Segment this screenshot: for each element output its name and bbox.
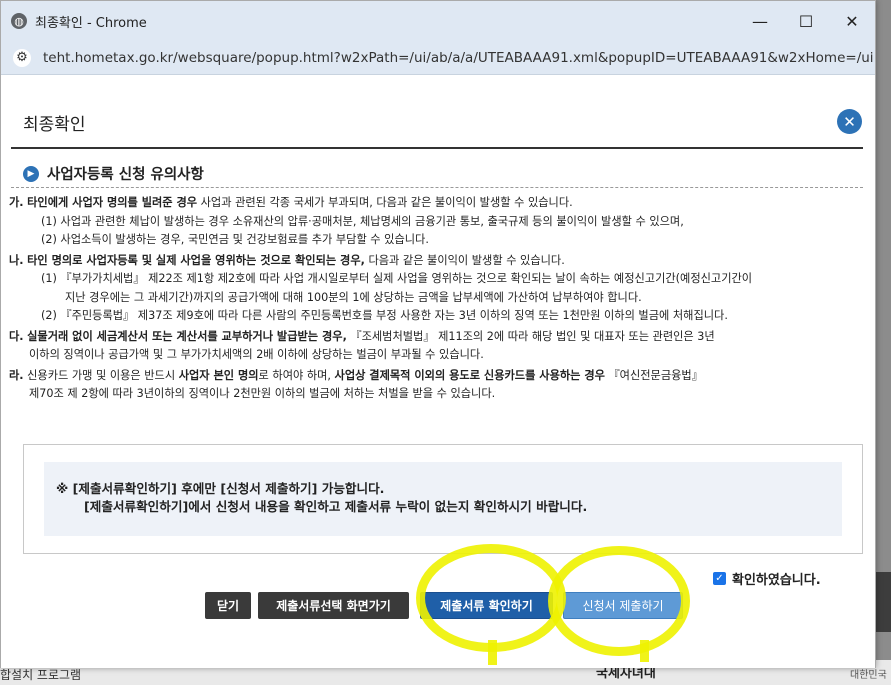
background-strip (876, 572, 891, 632)
address-bar: ⚙ teht.hometax.go.kr/websquare/popup.htm… (1, 41, 875, 75)
guide-line-1: ※ [제출서류확인하기] 후에만 [신청서 제출하기] 가능합니다. (56, 481, 385, 496)
notice-line: 나. 타인 명의로 사업자등록 및 실제 사업을 영위하는 것으로 확인되는 경… (9, 252, 865, 271)
item-text: 로 하여야 하며, (258, 368, 335, 382)
guide-message: ※ [제출서류확인하기] 후에만 [신청서 제출하기] 가능합니다. [제출서류… (44, 462, 842, 536)
item-marker: 다. (9, 329, 24, 343)
confirm-label: 확인하였습니다. (732, 573, 821, 588)
notice-line: 가. 타인에게 사업자 명의를 빌려준 경우 사업과 관련된 각종 국세가 부과… (9, 194, 865, 213)
popup-title: 최종확인 (23, 115, 86, 135)
item-text: 『여신전문금융법』 (604, 368, 703, 382)
chrome-popup-window: ◍ 최종확인 - Chrome — ☐ ✕ ⚙ teht.hometax.go.… (0, 0, 876, 668)
checkmark-icon[interactable]: ✓ (713, 572, 726, 585)
notice-item: 라. 신용카드 가맹 및 이용은 반드시 사업자 본인 명의로 하여야 하며, … (9, 367, 865, 404)
notice-item: 나. 타인 명의로 사업자등록 및 실제 사업을 영위하는 것으로 확인되는 경… (9, 252, 865, 326)
notice-line: 제70조 제 2항에 따라 3년이하의 징역이나 2천만원 이하의 벌금에 처하… (29, 387, 496, 400)
item-bold-text: 사업상 결제목적 이외의 용도로 신용카드를 사용하는 경우 (334, 368, 605, 382)
notice-line: 라. 신용카드 가맹 및 이용은 반드시 사업자 본인 명의로 하여야 하며, … (9, 367, 865, 386)
item-bold-text: 사업자 본인 명의 (178, 368, 259, 382)
item-bold-text: 타인 명의로 사업자등록 및 실제 사업을 영위하는 것으로 확인되는 경우, (27, 253, 365, 267)
notice-line: 이하의 징역이나 공급가액 및 그 부가가치세액의 2배 이하에 상당하는 벌금… (29, 348, 484, 361)
notice-item: 가. 타인에게 사업자 명의를 빌려준 경우 사업과 관련된 각종 국세가 부과… (9, 194, 865, 250)
item-text: 『조세범처벌법』 제11조의 2에 따라 해당 법인 및 대표자 또는 관련인은… (346, 329, 715, 343)
notice-line: 다. 실물거래 없이 세금계산서 또는 계산서를 교부하거나 발급받는 경우, … (9, 328, 865, 347)
notice-line: (1) 사업과 관련한 체납이 발생하는 경우 소유재산의 압류·공매처분, 체… (41, 214, 684, 228)
notice-item: 다. 실물거래 없이 세금계산서 또는 계산서를 교부하거나 발급받는 경우, … (9, 328, 865, 365)
background-text-right: 대한민국 (850, 670, 887, 681)
window-titlebar: ◍ 최종확인 - Chrome — ☐ ✕ (1, 1, 875, 41)
section-title: ▶ 사업자등록 신청 유의사항 (23, 163, 204, 184)
notice-line: (2) 사업소득이 발생하는 경우, 국민연금 및 건강보험료를 추가 부담할 … (41, 233, 429, 246)
item-marker: 가. (9, 196, 24, 209)
notice-line: (1) 『부가가치세법』 제22조 제1항 제2호에 따라 사업 개시일로부터 … (41, 272, 753, 285)
arrow-right-icon: ▶ (23, 165, 39, 182)
item-text: 신용카드 가맹 및 이용은 반드시 (27, 368, 179, 382)
background-text-left: 합설치 프로그램 (0, 668, 82, 682)
url-text[interactable]: teht.hometax.go.kr/websquare/popup.html?… (43, 50, 873, 66)
notice-list: 가. 타인에게 사업자 명의를 빌려준 경우 사업과 관련된 각종 국세가 부과… (9, 194, 865, 406)
popup-close-button[interactable]: ✕ (837, 109, 862, 134)
popup-content: 최종확인 ✕ ▶ 사업자등록 신청 유의사항 가. 타인에게 사업자 명의를 빌… (1, 76, 875, 668)
item-text: 사업과 관련된 각종 국세가 부과되며, 다음과 같은 불이익이 발생할 수 있… (197, 196, 573, 209)
maximize-icon[interactable]: ☐ (783, 1, 829, 41)
notice-line: (2) 『주민등록법』 제37조 제9호에 따라 다른 사람의 주민등록번호를 … (41, 309, 728, 322)
window-close-icon[interactable]: ✕ (829, 1, 875, 41)
section-title-text: 사업자등록 신청 유의사항 (47, 167, 204, 183)
item-bold-text: 타인에게 사업자 명의를 빌려준 경우 (27, 196, 198, 209)
globe-icon: ◍ (11, 13, 27, 29)
site-info-icon[interactable]: ⚙ (13, 48, 31, 67)
item-marker: 나. (9, 253, 24, 267)
submit-application-button[interactable]: 신청서 제출하기 (563, 592, 683, 619)
minimize-icon[interactable]: — (737, 1, 783, 41)
item-text: 다음과 같은 불이익이 발생할 수 있습니다. (364, 253, 565, 267)
item-marker: 라. (9, 368, 24, 382)
title-divider (11, 147, 863, 149)
close-button[interactable]: 닫기 (205, 592, 251, 619)
window-title: 최종확인 - Chrome (35, 15, 147, 31)
guide-box: ※ [제출서류확인하기] 후에만 [신청서 제출하기] 가능합니다. [제출서류… (23, 444, 863, 554)
guide-line-2: [제출서류확인하기]에서 신청서 내용을 확인하고 제출서류 누락이 없는지 확… (84, 499, 588, 514)
check-documents-button[interactable]: 제출서류 확인하기 (420, 592, 553, 619)
section-divider (11, 187, 863, 188)
notice-line: 지난 경우에는 그 과세기간)까지의 공급가액에 대해 100분의 1에 상당하… (65, 290, 642, 304)
go-select-screen-button[interactable]: 제출서류선택 화면가기 (258, 592, 409, 619)
item-bold-text: 실물거래 없이 세금계산서 또는 계산서를 교부하거나 발급받는 경우, (27, 329, 347, 343)
confirm-checkbox[interactable]: ✓ 확인하였습니다. (713, 569, 821, 588)
